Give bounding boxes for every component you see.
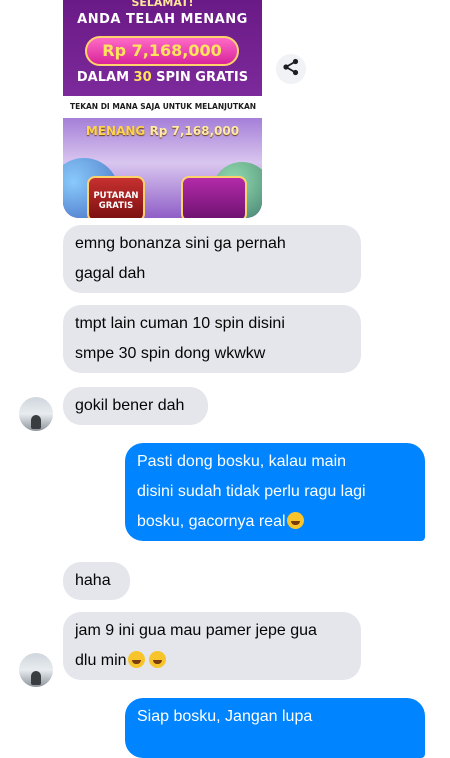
- message-bubble-outgoing[interactable]: Siap bosku, Jangan lupa: [125, 698, 425, 758]
- message-bubble-outgoing[interactable]: Pasti dong bosku, kalau main disini suda…: [125, 443, 425, 541]
- avatar-figure: [31, 671, 41, 685]
- promo-box-button: [181, 176, 247, 218]
- message-line: tmpt lain cuman 10 spin disini: [75, 315, 285, 332]
- promo-congrats: SELAMAT!: [131, 0, 194, 9]
- message-line: gagal dah: [75, 265, 146, 282]
- message-bubble-incoming[interactable]: tmpt lain cuman 10 spin disini smpe 30 s…: [63, 305, 361, 373]
- rofl-emoji-icon: [148, 651, 166, 668]
- avatar-figure: [31, 415, 41, 429]
- rofl-emoji-icon: [127, 651, 145, 668]
- promo-menang-label: MENANG: [85, 124, 146, 138]
- promo-notice: TEKAN DI MANA SAJA UNTUK MELANJUTKAN: [63, 96, 262, 118]
- message-bubble-incoming[interactable]: emng bonanza sini ga pernah gagal dah: [63, 225, 361, 293]
- message-bubble-incoming[interactable]: gokil bener dah: [63, 387, 208, 425]
- promo-won-text: ANDA TELAH MENANG: [77, 12, 248, 27]
- promo-spins-prefix: DALAM: [76, 70, 134, 85]
- promo-game-area: MENANG Rp 7,168,000 PUTARAN GRATIS: [63, 118, 262, 218]
- promo-menang-amount: Rp 7,168,000: [149, 124, 240, 138]
- message-line: dlu min: [75, 652, 127, 669]
- avatar[interactable]: [19, 653, 53, 687]
- share-button[interactable]: [276, 54, 306, 84]
- message-bubble-incoming[interactable]: haha: [63, 562, 130, 600]
- message-line: Siap bosku, Jangan lupa: [137, 708, 313, 725]
- promo-spins-suffix: SPIN GRATIS: [151, 70, 249, 85]
- message-line-with-emoji: dlu min: [75, 646, 349, 676]
- message-line: haha: [75, 572, 111, 589]
- promo-amount: Rp 7,168,000: [85, 36, 239, 66]
- message-line: jam 9 ini gua mau pamer jepe gua: [75, 622, 317, 639]
- promo-menang: MENANG Rp 7,168,000: [63, 124, 262, 138]
- message-line: smpe 30 spin dong wkwkw: [75, 345, 266, 362]
- promo-spins-count: 30: [133, 70, 152, 85]
- message-line: Pasti dong bosku, kalau main: [137, 453, 347, 470]
- message-thread: SELAMAT! ANDA TELAH MENANG Rp 7,168,000 …: [0, 0, 450, 758]
- promo-image[interactable]: SELAMAT! ANDA TELAH MENANG Rp 7,168,000 …: [63, 0, 262, 218]
- message-line: emng bonanza sini ga pernah: [75, 235, 286, 252]
- message-bubble-incoming[interactable]: jam 9 ini gua mau pamer jepe gua dlu min: [63, 612, 361, 680]
- message-line: gokil bener dah: [75, 397, 185, 414]
- message-line: disini sudah tidak perlu ragu lagi: [137, 483, 366, 500]
- avatar[interactable]: [19, 397, 53, 431]
- message-line-with-emoji: bosku, gacornya real: [137, 507, 413, 537]
- share-icon: [282, 58, 300, 81]
- promo-free-spin-button: PUTARAN GRATIS: [87, 176, 145, 218]
- message-line: bosku, gacornya real: [137, 513, 286, 530]
- yum-emoji-icon: [286, 512, 304, 529]
- promo-spins: DALAM 30 SPIN GRATIS: [63, 70, 262, 85]
